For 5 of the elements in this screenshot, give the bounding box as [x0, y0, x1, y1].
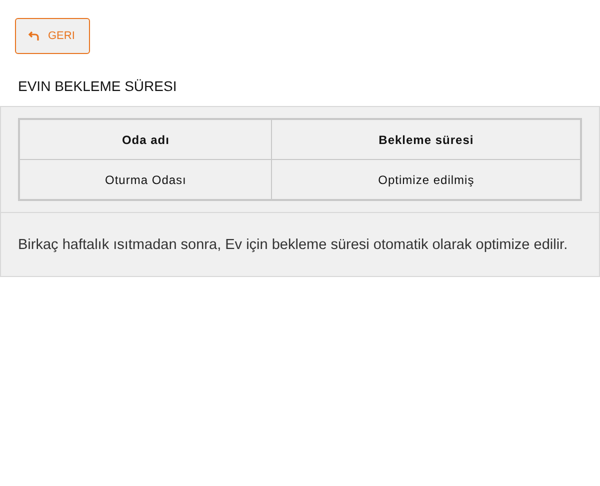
back-arrow-icon: [28, 30, 40, 42]
section-title: EVIN BEKLEME SÜRESI: [17, 77, 178, 96]
back-button[interactable]: GERI: [15, 18, 90, 54]
column-header: Oda adı: [19, 119, 272, 160]
note-text: Birkaç haftalık ısıtmadan sonra, Ev için bekleme süresi otomatik olarak optimize edilir.: [18, 236, 569, 255]
